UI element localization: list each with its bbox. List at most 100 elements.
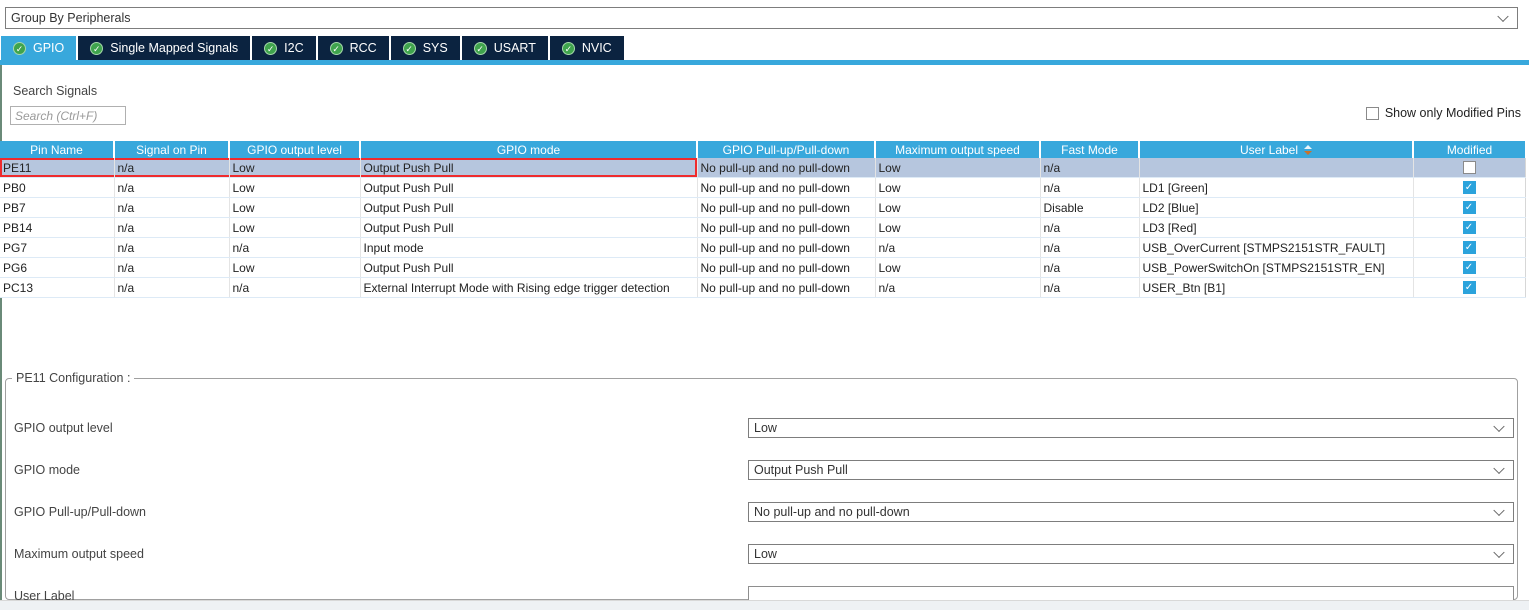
column-header-gpio-mode[interactable]: GPIO mode — [360, 141, 697, 158]
group-by-select[interactable]: Group By Peripherals — [5, 7, 1518, 29]
cell-pin-name: PC13 — [0, 278, 114, 298]
modified-checkbox[interactable]: ✓ — [1463, 281, 1476, 294]
cell-pin-name: PG6 — [0, 258, 114, 278]
cell-gpio-mode: Output Push Pull — [360, 218, 697, 238]
cell-gpio-pull-up-pull-down: No pull-up and no pull-down — [697, 218, 875, 238]
check-circle-icon: ✓ — [403, 42, 416, 55]
column-header-label: Fast Mode — [1061, 143, 1118, 157]
gpio-pull-up-pull-down-select[interactable]: No pull-up and no pull-down — [748, 502, 1514, 522]
tab-label: Single Mapped Signals — [110, 41, 238, 55]
column-header-label: User Label — [1240, 143, 1298, 157]
cell-user-label: USB_OverCurrent [STMPS2151STR_FAULT] — [1139, 238, 1413, 258]
cell-modified: ✓ — [1413, 198, 1525, 218]
table-row-pb7[interactable]: PB7n/aLowOutput Push PullNo pull-up and … — [0, 198, 1525, 218]
config-field-label: Maximum output speed — [14, 544, 144, 564]
tab-usart[interactable]: ✓ USART — [462, 36, 548, 60]
tab-label: RCC — [350, 41, 377, 55]
cell-gpio-output-level: Low — [229, 158, 360, 178]
cell-maximum-output-speed: Low — [875, 158, 1040, 178]
bottom-strip — [0, 600, 1529, 610]
column-header-gpio-pull-up-pull-down[interactable]: GPIO Pull-up/Pull-down — [697, 141, 875, 158]
maximum-output-speed-select[interactable]: Low — [748, 544, 1514, 564]
peripheral-tab-bar: ✓GPIO✓Single Mapped Signals✓I2C✓RCC✓SYS✓… — [1, 36, 624, 60]
table-row-pb14[interactable]: PB14n/aLowOutput Push PullNo pull-up and… — [0, 218, 1525, 238]
check-circle-icon: ✓ — [562, 42, 575, 55]
cell-fast-mode: n/a — [1040, 158, 1139, 178]
table-row-pg6[interactable]: PG6n/aLowOutput Push PullNo pull-up and … — [0, 258, 1525, 278]
cell-user-label: LD3 [Red] — [1139, 218, 1413, 238]
table-row-pg7[interactable]: PG7n/an/aInput modeNo pull-up and no pul… — [0, 238, 1525, 258]
tab-label: USART — [494, 41, 536, 55]
gpio-output-level-select[interactable]: Low — [748, 418, 1514, 438]
table-row-pb0[interactable]: PB0n/aLowOutput Push PullNo pull-up and … — [0, 178, 1525, 198]
check-circle-icon: ✓ — [474, 42, 487, 55]
cell-gpio-mode: Output Push Pull — [360, 158, 697, 178]
cell-signal-on-pin: n/a — [114, 158, 229, 178]
column-header-modified[interactable]: Modified — [1413, 141, 1525, 158]
group-by-value: Group By Peripherals — [11, 11, 131, 25]
cell-modified — [1413, 158, 1525, 178]
search-input[interactable] — [10, 106, 126, 125]
tab-i2c[interactable]: ✓I2C — [252, 36, 315, 60]
show-only-modified-toggle[interactable]: Show only Modified Pins — [1366, 106, 1521, 120]
column-header-label: Signal on Pin — [136, 143, 207, 157]
cell-user-label: LD2 [Blue] — [1139, 198, 1413, 218]
cell-gpio-pull-up-pull-down: No pull-up and no pull-down — [697, 158, 875, 178]
tab-sys[interactable]: ✓SYS — [391, 36, 460, 60]
cell-gpio-output-level: Low — [229, 198, 360, 218]
cell-fast-mode: n/a — [1040, 258, 1139, 278]
cell-maximum-output-speed: n/a — [875, 278, 1040, 298]
show-only-modified-checkbox[interactable] — [1366, 107, 1379, 120]
column-header-pin-name[interactable]: Pin Name — [0, 141, 114, 158]
cell-user-label: USER_Btn [B1] — [1139, 278, 1413, 298]
tab-label: NVIC — [582, 41, 612, 55]
cell-user-label: USB_PowerSwitchOn [STMPS2151STR_EN] — [1139, 258, 1413, 278]
cell-modified: ✓ — [1413, 258, 1525, 278]
tab-single-mapped-signals[interactable]: ✓Single Mapped Signals — [78, 36, 250, 60]
modified-checkbox[interactable]: ✓ — [1463, 201, 1476, 214]
chevron-down-icon — [1493, 421, 1504, 432]
cell-gpio-mode: Output Push Pull — [360, 178, 697, 198]
tab-rcc[interactable]: ✓RCC — [318, 36, 389, 60]
cell-user-label — [1139, 158, 1413, 178]
cell-gpio-mode: Output Push Pull — [360, 258, 697, 278]
modified-checkbox[interactable]: ✓ — [1463, 181, 1476, 194]
table-header-row: Pin NameSignal on PinGPIO output levelGP… — [0, 141, 1525, 158]
configuration-title: PE11 Configuration : — [12, 371, 134, 385]
cell-gpio-pull-up-pull-down: No pull-up and no pull-down — [697, 198, 875, 218]
column-header-gpio-output-level[interactable]: GPIO output level — [229, 141, 360, 158]
table-row-pe11[interactable]: PE11n/aLowOutput Push PullNo pull-up and… — [0, 158, 1525, 178]
cell-pin-name: PB14 — [0, 218, 114, 238]
chevron-down-icon — [1493, 547, 1504, 558]
column-header-maximum-output-speed[interactable]: Maximum output speed — [875, 141, 1040, 158]
table-row-pc13[interactable]: PC13n/an/aExternal Interrupt Mode with R… — [0, 278, 1525, 298]
column-header-label: Pin Name — [30, 143, 83, 157]
cell-gpio-pull-up-pull-down: No pull-up and no pull-down — [697, 238, 875, 258]
column-header-signal-on-pin[interactable]: Signal on Pin — [114, 141, 229, 158]
tab-nvic[interactable]: ✓ NVIC — [550, 36, 624, 60]
select-value: Output Push Pull — [754, 463, 848, 477]
config-row-gpio-output-level: GPIO output levelLow — [6, 418, 1517, 438]
cell-fast-mode: n/a — [1040, 178, 1139, 198]
cell-gpio-output-level: n/a — [229, 278, 360, 298]
modified-checkbox[interactable]: ✓ — [1463, 221, 1476, 234]
tab-label: I2C — [284, 41, 303, 55]
tab-gpio[interactable]: ✓GPIO — [1, 36, 76, 60]
config-row-maximum-output-speed: Maximum output speed Low — [6, 544, 1517, 564]
gpio-mode-select[interactable]: Output Push Pull — [748, 460, 1514, 480]
modified-checkbox[interactable] — [1463, 161, 1476, 174]
config-row-gpio-mode: GPIO mode Output Push Pull — [6, 460, 1517, 480]
column-header-user-label[interactable]: User Label — [1139, 141, 1413, 158]
gpio-pin-table: Pin NameSignal on PinGPIO output levelGP… — [0, 141, 1526, 298]
cell-pin-name: PG7 — [0, 238, 114, 258]
config-field-label: GPIO mode — [14, 460, 80, 480]
modified-checkbox[interactable]: ✓ — [1463, 241, 1476, 254]
cell-user-label: LD1 [Green] — [1139, 178, 1413, 198]
cell-signal-on-pin: n/a — [114, 218, 229, 238]
column-header-fast-mode[interactable]: Fast Mode — [1040, 141, 1139, 158]
column-header-label: Maximum output speed — [895, 143, 1020, 157]
column-header-label: Modified — [1447, 143, 1492, 157]
chevron-down-icon — [1497, 11, 1508, 22]
modified-checkbox[interactable]: ✓ — [1463, 261, 1476, 274]
column-header-label: GPIO Pull-up/Pull-down — [723, 143, 850, 157]
